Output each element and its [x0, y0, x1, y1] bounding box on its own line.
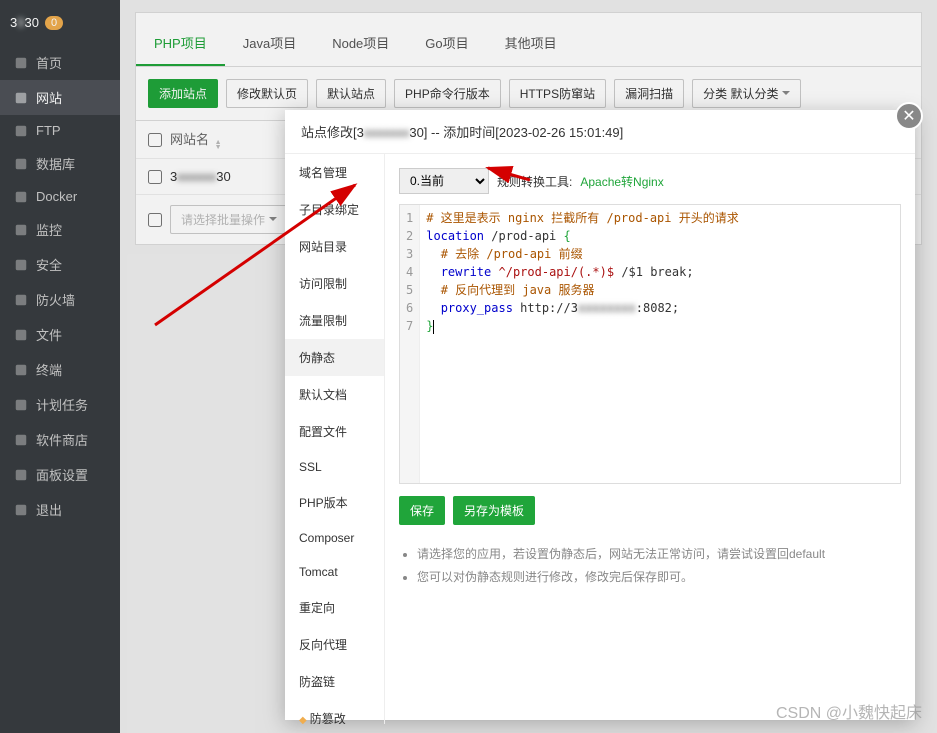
- site-edit-modal: ✕ 站点修改[3xxxxxxx30] -- 添加时间[2023-02-26 15…: [285, 110, 915, 720]
- note-text: 您可以对伪静态规则进行修改，修改完后保存即可。: [417, 568, 901, 585]
- modal-nav-label: 访问限制: [299, 277, 347, 291]
- modal-nav-item-10[interactable]: Composer: [285, 521, 384, 555]
- modal-nav-item-4[interactable]: 流量限制: [285, 302, 384, 339]
- modal-nav-item-0[interactable]: 域名管理: [285, 154, 384, 191]
- close-button[interactable]: ✕: [895, 102, 923, 130]
- modal-content: 0.当前 规则转换工具: Apache转Nginx 1234567 # 这里是表…: [385, 154, 915, 724]
- modal-nav-label: 网站目录: [299, 240, 347, 254]
- save-as-template-button[interactable]: 另存为模板: [453, 496, 535, 525]
- modal-nav-label: 防篡改: [310, 712, 346, 724]
- template-row: 0.当前 规则转换工具: Apache转Nginx: [399, 168, 901, 194]
- modal-title: 站点修改[3xxxxxxx30] -- 添加时间[2023-02-26 15:0…: [285, 110, 915, 154]
- line-gutter: 1234567: [400, 205, 420, 483]
- modal-nav-label: SSL: [299, 460, 322, 474]
- modal-nav-label: PHP版本: [299, 496, 348, 510]
- modal-nav-item-15[interactable]: ◆防篡改: [285, 700, 384, 724]
- modal-nav-item-3[interactable]: 访问限制: [285, 265, 384, 302]
- notes: 请选择您的应用，若设置伪静态后，网站无法正常访问，请尝试设置回default 您…: [399, 545, 901, 585]
- modal-nav-item-14[interactable]: 防盗链: [285, 663, 384, 700]
- modal-nav-label: 子目录绑定: [299, 203, 359, 217]
- code-editor[interactable]: 1234567 # 这里是表示 nginx 拦截所有 /prod-api 开头的…: [399, 204, 901, 484]
- watermark: CSDN @小魏快起床: [776, 699, 922, 723]
- modal-nav-item-9[interactable]: PHP版本: [285, 484, 384, 521]
- modal-nav-label: 域名管理: [299, 166, 347, 180]
- modal-nav-item-8[interactable]: SSL: [285, 450, 384, 484]
- modal-nav: 域名管理子目录绑定网站目录访问限制流量限制伪静态默认文档配置文件 SSL PHP版本…: [285, 154, 385, 724]
- save-button[interactable]: 保存: [399, 496, 445, 525]
- modal-nav-label: 伪静态: [299, 351, 335, 365]
- modal-nav-label: 重定向: [299, 601, 335, 615]
- modal-nav-label: 防盗链: [299, 675, 335, 689]
- diamond-icon: ◆: [299, 715, 307, 724]
- rule-convert-link[interactable]: Apache转Nginx: [580, 173, 663, 190]
- modal-nav-item-13[interactable]: 反向代理: [285, 626, 384, 663]
- modal-nav-item-1[interactable]: 子目录绑定: [285, 191, 384, 228]
- modal-nav-label: Composer: [299, 531, 354, 545]
- modal-nav-label: Tomcat: [299, 565, 338, 579]
- rule-label: 规则转换工具:: [497, 173, 572, 190]
- modal-nav-label: 流量限制: [299, 314, 347, 328]
- text-cursor: [433, 320, 434, 334]
- modal-nav-item-6[interactable]: 默认文档: [285, 376, 384, 413]
- modal-nav-item-12[interactable]: 重定向: [285, 589, 384, 626]
- code-body[interactable]: # 这里是表示 nginx 拦截所有 /prod-api 开头的请求 locat…: [420, 205, 900, 483]
- modal-nav-label: 反向代理: [299, 638, 347, 652]
- note-text: 请选择您的应用，若设置伪静态后，网站无法正常访问，请尝试设置回default: [417, 545, 901, 562]
- modal-nav-item-11[interactable]: Tomcat: [285, 555, 384, 589]
- modal-nav-item-7[interactable]: 配置文件: [285, 413, 384, 450]
- modal-nav-label: 默认文档: [299, 388, 347, 402]
- modal-nav-item-2[interactable]: 网站目录: [285, 228, 384, 265]
- close-icon: ✕: [902, 106, 915, 126]
- modal-nav-label: 配置文件: [299, 425, 347, 439]
- button-row: 保存 另存为模板: [399, 496, 901, 525]
- template-select[interactable]: 0.当前: [399, 168, 489, 194]
- modal-nav-item-5[interactable]: 伪静态: [285, 339, 384, 376]
